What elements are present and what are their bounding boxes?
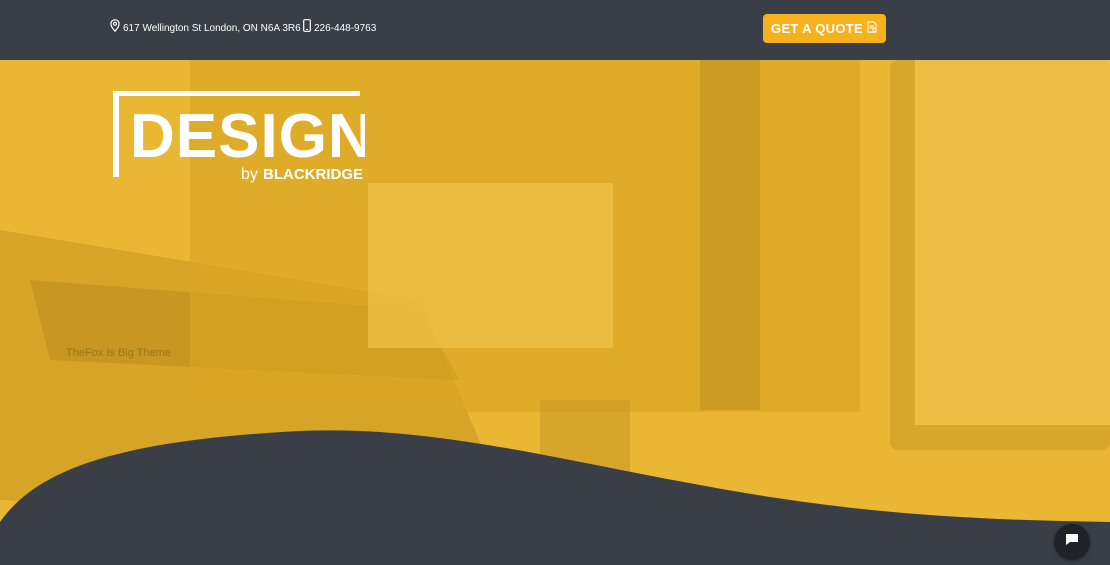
quote-doc-icon xyxy=(863,21,878,36)
map-pin-icon xyxy=(110,19,123,38)
address-text: 617 Wellington St London, ON N6A 3R6 xyxy=(123,22,301,34)
phone[interactable]: 226-448-9763 xyxy=(303,19,376,38)
get-a-quote-button[interactable]: GET A QUOTE xyxy=(763,14,886,43)
phone-text[interactable]: 226-448-9763 xyxy=(314,21,376,37)
logo-brand: BLACKRIDGE xyxy=(263,166,363,183)
quote-label: GET A QUOTE xyxy=(771,21,863,36)
chat-bubble-icon xyxy=(1065,533,1079,551)
address: 617 Wellington St London, ON N6A 3R6 xyxy=(110,19,301,38)
chat-button[interactable] xyxy=(1054,524,1090,560)
logo-by: by xyxy=(241,166,258,183)
top-bar: 617 Wellington St London, ON N6A 3R6 226… xyxy=(0,0,1110,60)
design-by-blackridge-logo[interactable]: DESIGN by BLACKRIDGE xyxy=(110,89,373,184)
mobile-phone-icon xyxy=(303,19,314,38)
logo-word: DESIGN xyxy=(130,102,365,171)
